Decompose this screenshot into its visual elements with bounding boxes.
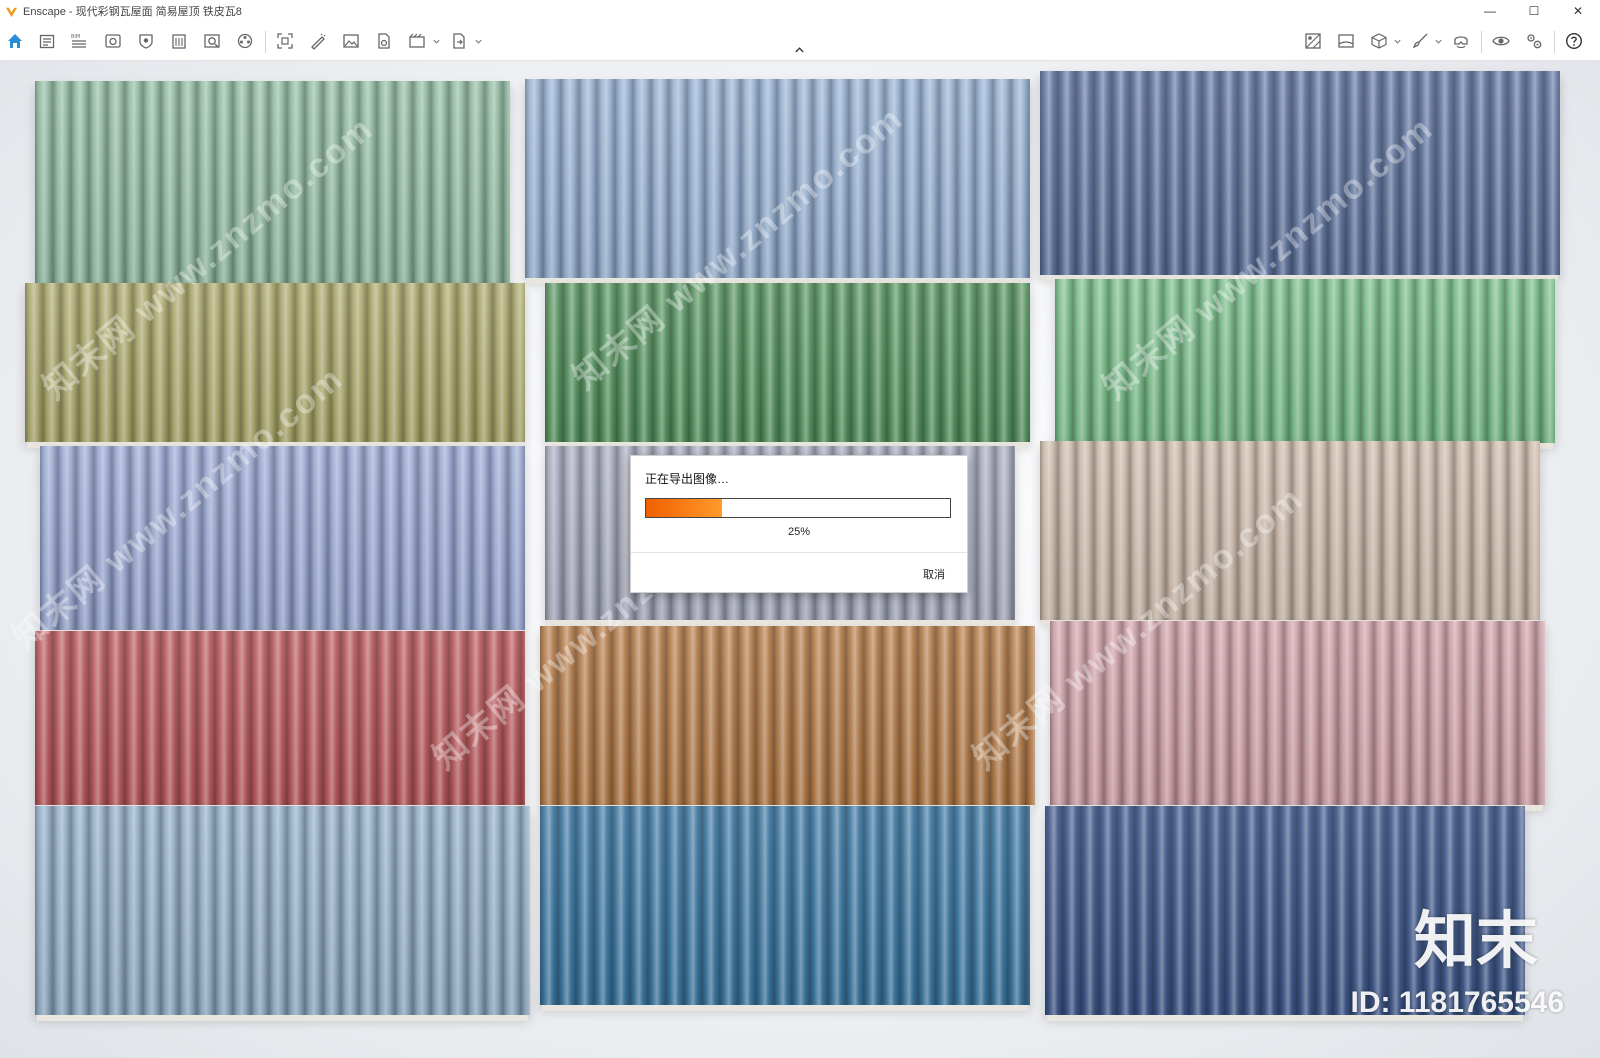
- export-progress-dialog: 正在导出图像… 25% 取消: [630, 455, 968, 593]
- toolbar-separator: [265, 31, 266, 53]
- asset-library-icon[interactable]: [201, 30, 223, 52]
- toolbar-separator: [1481, 31, 1482, 53]
- minimize-button[interactable]: —: [1468, 0, 1512, 22]
- roof-panel-surface: [1040, 71, 1560, 275]
- view-icon[interactable]: [102, 30, 124, 52]
- roof-panel-mint-green: [1055, 279, 1555, 449]
- roof-panel-dusty-pink: [1050, 621, 1545, 811]
- progress-bar: [645, 498, 951, 518]
- collapse-toolbar-chevron-up-icon[interactable]: [790, 44, 808, 56]
- home-icon[interactable]: [4, 30, 26, 52]
- roof-panel-brick-red: [35, 631, 525, 811]
- roof-panel-periwinkle: [40, 446, 525, 636]
- roof-panel-surface: [35, 806, 530, 1015]
- screenshot-icon[interactable]: [274, 30, 296, 52]
- roof-panel-ocean-blue: [540, 806, 1030, 1011]
- watermark-brand: 知末: [1413, 907, 1538, 976]
- title-bar: Enscape - 现代彩钢瓦屋面 简易屋顶 铁皮瓦8 — ☐ ✕: [0, 0, 1600, 22]
- building-icon[interactable]: [168, 30, 190, 52]
- roof-panel-sage-green: [35, 81, 510, 291]
- progress-percent-label: 25%: [787, 526, 811, 538]
- project-icon[interactable]: [36, 30, 58, 52]
- cancel-button[interactable]: 取消: [923, 566, 945, 582]
- brush-icon[interactable]: [1409, 30, 1431, 52]
- roof-panel-beige: [1040, 441, 1540, 626]
- maximize-button[interactable]: ☐: [1512, 0, 1556, 22]
- roof-panel-surface: [1040, 441, 1540, 620]
- draw-icon[interactable]: [307, 30, 329, 52]
- help-icon[interactable]: [1563, 30, 1585, 52]
- export-icon[interactable]: [448, 30, 470, 52]
- cube-icon[interactable]: [1368, 30, 1390, 52]
- roof-panel-pale-blue: [35, 806, 530, 1021]
- roof-panel-olive: [25, 283, 525, 448]
- watermark-id: ID: 1181765546: [1350, 986, 1564, 1019]
- video-icon[interactable]: [406, 30, 428, 52]
- roof-panel-surface: [525, 79, 1030, 278]
- roof-panel-edge: [37, 1015, 528, 1021]
- progress-bar-fill: [646, 499, 722, 517]
- brush-chevron-down-icon[interactable]: [1433, 34, 1443, 48]
- bim-icon[interactable]: BIM: [68, 30, 90, 52]
- document-icon[interactable]: [373, 30, 395, 52]
- window-title: Enscape - 现代彩钢瓦屋面 简易屋顶 铁皮瓦8: [23, 6, 242, 18]
- roof-panel-slate-blue: [1040, 71, 1560, 281]
- roof-panel-forest-green: [545, 283, 1030, 448]
- roof-panel-edge: [542, 1005, 1028, 1011]
- svg-text:BIM: BIM: [71, 34, 80, 40]
- site-context-icon[interactable]: [1302, 30, 1324, 52]
- atmosphere-icon[interactable]: [135, 30, 157, 52]
- material-icon[interactable]: [234, 30, 256, 52]
- window-controls: — ☐ ✕: [1468, 0, 1600, 22]
- panorama-icon[interactable]: [1335, 30, 1357, 52]
- video-chevron-down-icon[interactable]: [431, 34, 441, 48]
- roof-panel-surface: [545, 283, 1030, 442]
- cube-chevron-down-icon[interactable]: [1392, 34, 1402, 48]
- dialog-divider: [631, 552, 967, 553]
- toolbar-separator: [1554, 31, 1555, 53]
- visibility-icon[interactable]: [1490, 30, 1512, 52]
- roof-panel-surface: [540, 806, 1030, 1005]
- roof-panel-surface: [40, 446, 525, 630]
- roof-panel-copper-brown: [540, 626, 1035, 811]
- export-chevron-down-icon[interactable]: [473, 34, 483, 48]
- enscape-logo-icon: [5, 7, 18, 17]
- roof-panel-surface: [1050, 621, 1545, 805]
- close-button[interactable]: ✕: [1556, 0, 1600, 22]
- roof-panel-surface: [25, 283, 525, 442]
- settings-icon[interactable]: [1523, 30, 1545, 52]
- roof-panel-steel-blue: [525, 79, 1030, 284]
- roof-panel-surface: [540, 626, 1035, 805]
- vr-icon[interactable]: [1450, 30, 1472, 52]
- image-icon[interactable]: [340, 30, 362, 52]
- roof-panel-surface: [35, 631, 525, 805]
- dialog-title: 正在导出图像…: [645, 472, 730, 486]
- roof-panel-surface: [35, 81, 510, 285]
- roof-panel-surface: [1055, 279, 1555, 443]
